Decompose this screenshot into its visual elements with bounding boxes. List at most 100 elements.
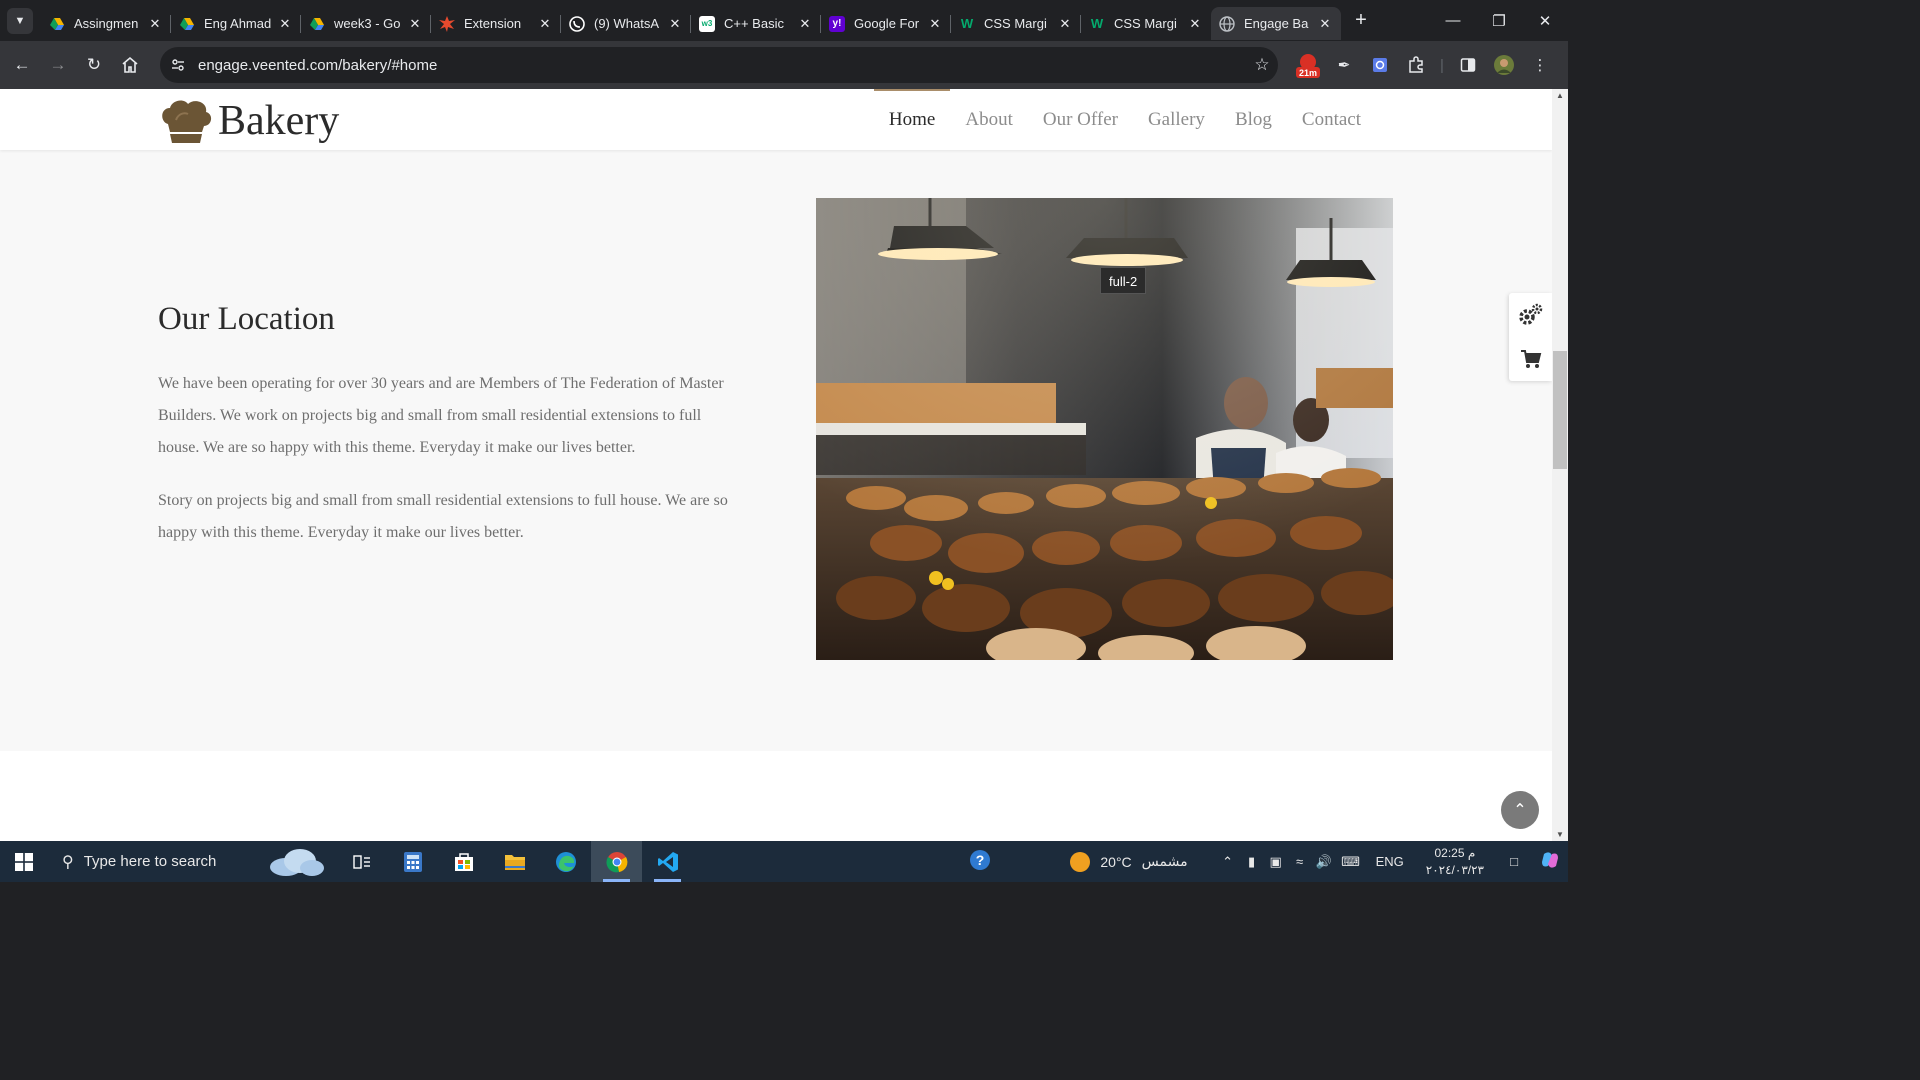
browser-tab[interactable]: Extension ✕: [431, 7, 561, 40]
taskbar-search[interactable]: ⚲ Type here to search: [48, 841, 330, 882]
tab-title: Extension: [464, 16, 522, 31]
address-bar[interactable]: engage.veented.com/bakery/#home ☆: [160, 47, 1278, 83]
tab-title: Eng Ahmad: [204, 16, 272, 31]
nav-link-home[interactable]: Home: [873, 89, 951, 150]
show-hidden-icons-chevron-icon[interactable]: ⌃: [1216, 854, 1240, 870]
notification-center-icon[interactable]: □: [1496, 854, 1532, 869]
extension-burst-icon: [439, 15, 455, 32]
close-window-button[interactable]: ✕: [1522, 0, 1568, 41]
microsoft-store-icon[interactable]: [438, 841, 489, 882]
browser-menu-icon[interactable]: ⋮: [1522, 47, 1558, 83]
browser-tab[interactable]: w3 C++ Basic ✕: [691, 7, 821, 40]
reload-button[interactable]: ↻: [76, 47, 112, 83]
task-view-icon[interactable]: [336, 841, 387, 882]
timer-extension-icon[interactable]: 21m: [1290, 47, 1326, 83]
scrollbar-thumb[interactable]: [1553, 351, 1567, 469]
puzzle-extensions-icon[interactable]: [1398, 47, 1434, 83]
tab-title: C++ Basic: [724, 16, 784, 31]
browser-tab[interactable]: W CSS Margi ✕: [1081, 7, 1211, 40]
browser-tab[interactable]: y! Google For ✕: [821, 7, 951, 40]
device-icon[interactable]: ▣: [1264, 854, 1288, 870]
chrome-browser-icon[interactable]: [591, 841, 642, 882]
tab-list: Assingmen ✕ Eng Ahmad ✕ week3 - Go ✕ Extension…: [41, 0, 1341, 41]
url-text[interactable]: engage.veented.com/bakery/#home: [198, 57, 1246, 74]
side-panel-icon[interactable]: [1450, 47, 1486, 83]
copilot-icon[interactable]: [1532, 850, 1568, 873]
tab-close-icon[interactable]: ✕: [667, 16, 683, 32]
tab-close-icon[interactable]: ✕: [147, 16, 163, 32]
input-language[interactable]: ENG: [1376, 854, 1404, 869]
section-paragraph-2: Story on projects big and small from sma…: [158, 492, 728, 541]
browser-tab[interactable]: W CSS Margi ✕: [951, 7, 1081, 40]
w3schools-icon: w3: [699, 15, 715, 32]
bookmark-star-icon[interactable]: ☆: [1246, 55, 1278, 75]
logo-text: Bakery: [218, 98, 340, 144]
scroll-down-arrow-icon[interactable]: ▼: [1552, 830, 1568, 839]
tab-close-icon[interactable]: ✕: [927, 16, 943, 32]
web-page: Bakery Home About Our Offer Gallery Blog Cont…: [0, 89, 1552, 841]
battery-icon[interactable]: ▮: [1240, 854, 1264, 870]
weather-condition: مشمس: [1141, 853, 1188, 869]
taskbar-clock[interactable]: 02:25 م ٢٠٢٤/٠٣/٢٣: [1426, 845, 1484, 879]
tab-search-button[interactable]: ▼: [7, 7, 33, 34]
shopping-cart-icon[interactable]: [1509, 337, 1552, 381]
volume-icon[interactable]: 🔊: [1312, 854, 1336, 870]
google-drive-icon: [49, 16, 65, 32]
tab-close-icon[interactable]: ✕: [1057, 16, 1073, 32]
forward-button[interactable]: →: [40, 47, 76, 83]
tab-close-icon[interactable]: ✕: [407, 16, 423, 32]
file-explorer-icon[interactable]: [489, 841, 540, 882]
screen-capture-extension-icon[interactable]: [1362, 47, 1398, 83]
tab-title: week3 - Go: [334, 16, 401, 31]
nav-link-contact[interactable]: Contact: [1287, 89, 1376, 150]
floating-side-panel: [1509, 293, 1552, 381]
keyboard-icon[interactable]: ⌨: [1336, 854, 1366, 870]
weather-widget[interactable]: 20°C مشمس: [1070, 851, 1188, 872]
cloud-icon: [270, 849, 324, 876]
tab-close-icon[interactable]: ✕: [537, 16, 553, 32]
home-button[interactable]: [112, 47, 148, 83]
site-logo[interactable]: Bakery: [158, 97, 339, 145]
profile-avatar[interactable]: [1486, 47, 1522, 83]
w3schools-green-icon: W: [1090, 16, 1104, 31]
browser-tab[interactable]: week3 - Go ✕: [301, 7, 431, 40]
site-info-button[interactable]: [164, 51, 192, 79]
nav-link-about[interactable]: About: [950, 89, 1028, 150]
new-tab-button[interactable]: +: [1347, 7, 1375, 35]
wifi-icon[interactable]: ≈: [1288, 854, 1312, 869]
nav-link-our-offer[interactable]: Our Offer: [1028, 89, 1133, 150]
restore-button[interactable]: ❐: [1476, 0, 1522, 41]
browser-tab[interactable]: Eng Ahmad ✕: [171, 7, 301, 40]
tab-close-icon[interactable]: ✕: [277, 16, 293, 32]
vscode-icon[interactable]: [642, 841, 693, 882]
browser-tab[interactable]: (9) WhatsA ✕: [561, 7, 691, 40]
tab-close-icon[interactable]: ✕: [1317, 16, 1333, 32]
browser-tab[interactable]: Assingmen ✕: [41, 7, 171, 40]
tab-close-icon[interactable]: ✕: [797, 16, 813, 32]
nav-link-blog[interactable]: Blog: [1220, 89, 1287, 150]
image-tooltip: full-2: [1100, 267, 1147, 294]
back-to-top-button[interactable]: ⌃: [1501, 791, 1539, 829]
next-section: [0, 751, 1552, 841]
google-drive-icon: [179, 16, 195, 32]
browser-tab[interactable]: Engage Ba ✕: [1211, 7, 1341, 40]
scroll-up-arrow-icon[interactable]: ▲: [1552, 91, 1568, 100]
eyedropper-extension-icon[interactable]: ✒: [1326, 47, 1362, 83]
edge-browser-icon[interactable]: [540, 841, 591, 882]
main-navigation: Home About Our Offer Gallery Blog Contact: [873, 89, 1376, 150]
minimize-button[interactable]: —: [1430, 0, 1476, 41]
settings-gears-icon[interactable]: [1509, 293, 1552, 337]
nav-link-gallery[interactable]: Gallery: [1133, 89, 1220, 150]
section-title: Our Location: [158, 301, 335, 337]
page-scrollbar[interactable]: ▲ ▼: [1552, 89, 1568, 841]
start-button[interactable]: [0, 841, 48, 882]
home-icon: [122, 56, 138, 73]
tab-close-icon[interactable]: ✕: [1187, 16, 1203, 32]
search-icon: ⚲: [62, 853, 74, 871]
calculator-app-icon[interactable]: [387, 841, 438, 882]
tune-icon: [172, 59, 184, 71]
google-drive-icon: [309, 16, 325, 32]
taskbar-search-placeholder: Type here to search: [83, 853, 217, 870]
help-icon[interactable]: ?: [968, 848, 992, 875]
back-button[interactable]: ←: [4, 47, 40, 83]
